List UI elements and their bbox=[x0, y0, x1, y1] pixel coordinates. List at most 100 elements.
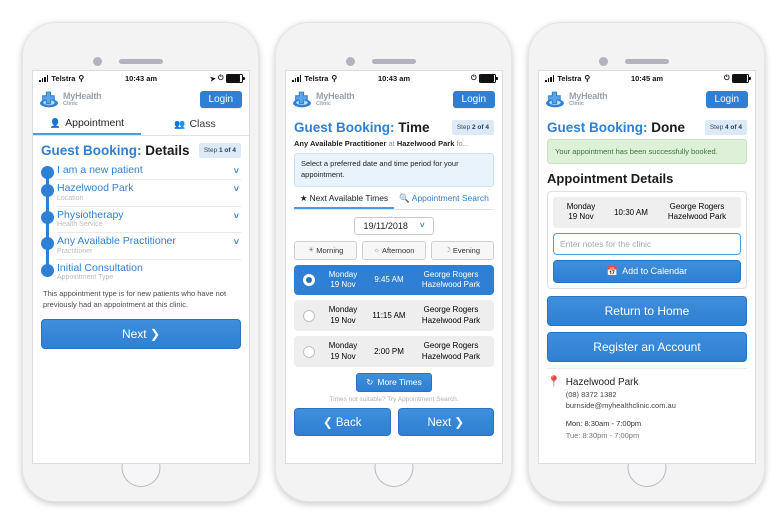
tab-appointment-label: Appointment bbox=[65, 117, 125, 129]
radio-icon[interactable] bbox=[303, 309, 315, 322]
chevron-down-icon[interactable]: ˅ bbox=[230, 164, 241, 176]
time-slot-row[interactable]: Monday 19 Nov 9:45 AM George Rogers Haze… bbox=[294, 264, 494, 296]
radio-icon[interactable] bbox=[303, 273, 315, 286]
app-header: MyHealth Clinic Login bbox=[286, 86, 502, 113]
main-tabs: 👤 Appointment 👥 Class bbox=[33, 113, 249, 136]
tab-next-available-times[interactable]: ★ Next Available Times bbox=[294, 192, 394, 209]
clinic-notes-input[interactable] bbox=[553, 232, 741, 255]
login-button[interactable]: Login bbox=[199, 91, 242, 108]
front-camera-icon bbox=[598, 57, 608, 66]
timeline-item-appointment-type[interactable]: Initial Consultation Appointment Type bbox=[41, 260, 241, 285]
success-message: Your appointment has been successfully b… bbox=[547, 139, 747, 164]
radio-icon[interactable] bbox=[303, 345, 315, 358]
date-select-value: 19/11/2018 bbox=[363, 220, 408, 231]
nav-buttons: ❮ Back Next ❯ bbox=[294, 407, 494, 436]
clinic-email[interactable]: burnside@myhealthclinic.com.au bbox=[566, 400, 676, 411]
sun-icon: ☼ bbox=[373, 246, 380, 254]
booking-timeline: I am a new patient ˅ Hazelwood Park Loca… bbox=[41, 162, 241, 285]
time-slot-row[interactable]: Monday 19 Nov 11:15 AM George Rogers Haz… bbox=[294, 300, 494, 332]
clinic-hours-line: Mon: 8:30am - 7:00pm bbox=[565, 419, 642, 429]
clinic-phone[interactable]: (08) 8372 1382 bbox=[566, 389, 676, 400]
time-slot-list: Monday 19 Nov 9:45 AM George Rogers Haze… bbox=[294, 264, 494, 367]
page-title-prefix: Guest Booking: bbox=[547, 120, 648, 135]
earpiece-speaker bbox=[118, 59, 163, 64]
next-button[interactable]: Next ❯ bbox=[397, 407, 494, 436]
timeline-item-sublabel: Location bbox=[57, 194, 84, 202]
more-times-button[interactable]: ↻ More Times bbox=[356, 372, 432, 392]
step-badge-value: 2 of 4 bbox=[472, 124, 489, 131]
period-evening-label: Evening bbox=[452, 245, 481, 255]
page-title: Guest Booking: Details bbox=[41, 143, 190, 158]
page-title-main: Time bbox=[398, 120, 430, 135]
rotation-lock-icon: ⏻ bbox=[470, 74, 477, 82]
timeline-item-practitioner[interactable]: Any Available Practitioner Practitioner … bbox=[41, 233, 241, 260]
date-select-wrapper: 19/11/2018 ˅ bbox=[294, 216, 494, 235]
login-button[interactable]: Login bbox=[705, 91, 748, 108]
page-title: Guest Booking: Time bbox=[294, 120, 430, 135]
timeline-item-location[interactable]: Hazelwood Park Location ˅ bbox=[41, 180, 241, 207]
time-tabs: ★ Next Available Times 🔍 Appointment Searc… bbox=[294, 192, 494, 210]
add-to-calendar-label: Add to Calendar bbox=[622, 266, 688, 277]
tab-appointment-search[interactable]: 🔍 Appointment Search bbox=[394, 192, 494, 209]
slot-time: 2:00 PM bbox=[374, 347, 404, 356]
appointment-card: Monday 19 Nov 10:30 AM George Rogers Haz… bbox=[547, 191, 747, 289]
period-evening-button[interactable]: ☽ Evening bbox=[430, 240, 494, 260]
phone3-screen: Telstra ⚲ 10:45 am ⏻ MyHealth Clinic Log… bbox=[538, 70, 756, 464]
clinic-info: 📍 Hazelwood Park (08) 8372 1382 burnside… bbox=[547, 367, 747, 442]
period-morning-label: Morning bbox=[316, 245, 344, 255]
brand-logo[interactable]: MyHealth Clinic bbox=[292, 90, 355, 109]
date-select[interactable]: 19/11/2018 ˅ bbox=[354, 216, 434, 235]
brand-logo[interactable]: MyHealth Clinic bbox=[545, 90, 608, 109]
chevron-down-icon[interactable]: ˅ bbox=[230, 235, 241, 247]
period-morning-button[interactable]: ☀ Morning bbox=[294, 240, 358, 260]
return-to-home-button[interactable]: Return to Home bbox=[547, 295, 747, 326]
timeline-item-health-service[interactable]: Physiotherapy Health Service ˅ bbox=[41, 207, 241, 234]
next-button[interactable]: Next ❯ bbox=[41, 319, 241, 349]
chevron-down-icon[interactable]: ˅ bbox=[230, 182, 241, 194]
medical-cross-logo-icon bbox=[545, 90, 566, 109]
tab-appointment[interactable]: 👤 Appointment bbox=[33, 113, 141, 135]
calendar-plus-icon: 📅 bbox=[606, 265, 619, 276]
appointment-summary-row: Monday 19 Nov 10:30 AM George Rogers Haz… bbox=[553, 197, 741, 228]
timeline-item-sublabel: Appointment Type bbox=[57, 274, 114, 282]
person-icon: 👤 bbox=[49, 117, 62, 128]
step-badge-prefix: Step bbox=[456, 124, 471, 131]
page-title-main: Details bbox=[145, 143, 190, 158]
clinic-name: Hazelwood Park bbox=[565, 376, 639, 388]
page-title-prefix: Guest Booking: bbox=[41, 143, 142, 158]
status-bar: Telstra ⚲ 10:43 am ⏻ bbox=[286, 71, 502, 86]
star-icon: ★ bbox=[299, 192, 308, 203]
timeline-dot-icon bbox=[41, 184, 54, 198]
page-title: Guest Booking: Done bbox=[547, 120, 685, 135]
slot-date: Monday 19 Nov bbox=[328, 269, 358, 289]
register-account-button[interactable]: Register an Account bbox=[547, 331, 747, 362]
earpiece-speaker bbox=[624, 59, 669, 64]
tab-class[interactable]: 👥 Class bbox=[141, 113, 249, 135]
add-to-calendar-button[interactable]: 📅 Add to Calendar bbox=[553, 259, 741, 283]
time-slot-row[interactable]: Monday 19 Nov 2:00 PM George Rogers Haze… bbox=[294, 336, 494, 367]
chevron-down-icon[interactable]: ˅ bbox=[230, 209, 241, 221]
page-title-row: Guest Booking: Done Step 4 of 4 bbox=[547, 120, 747, 135]
rotation-lock-icon: ⏻ bbox=[723, 74, 730, 82]
brand-logo[interactable]: MyHealth Clinic bbox=[39, 90, 102, 109]
back-button[interactable]: ❮ Back bbox=[294, 407, 391, 436]
login-button[interactable]: Login bbox=[452, 91, 495, 108]
brand-name: MyHealth Clinic bbox=[569, 91, 608, 107]
phone-mockup-1: Telstra ⚲ 10:43 am ➤ ⏻ MyHealth Clinic L… bbox=[22, 22, 259, 502]
appointment-time: 10:30 AM bbox=[614, 207, 648, 217]
status-bar: Telstra ⚲ 10:43 am ➤ ⏻ bbox=[33, 71, 249, 86]
slot-date: Monday 19 Nov bbox=[328, 305, 358, 325]
summary-location: Hazelwood Park bbox=[396, 139, 455, 148]
location-arrow-icon: ➤ bbox=[209, 75, 217, 83]
brand-name: MyHealth Clinic bbox=[63, 91, 102, 107]
slot-time: 11:15 AM bbox=[372, 311, 406, 321]
slot-practitioner-location: George Rogers Hazelwood Park bbox=[421, 341, 481, 361]
chevron-down-icon: ˅ bbox=[419, 221, 425, 231]
earpiece-speaker bbox=[371, 59, 416, 64]
timeline-item-new-patient[interactable]: I am a new patient ˅ bbox=[41, 162, 241, 181]
phone3-content: Guest Booking: Done Step 4 of 4 Your app… bbox=[539, 113, 755, 448]
step-badge-prefix: Step bbox=[203, 147, 218, 154]
timeline-dot-icon bbox=[41, 237, 54, 251]
period-afternoon-button[interactable]: ☼ Afternoon bbox=[362, 240, 426, 260]
battery-icon bbox=[226, 74, 245, 83]
